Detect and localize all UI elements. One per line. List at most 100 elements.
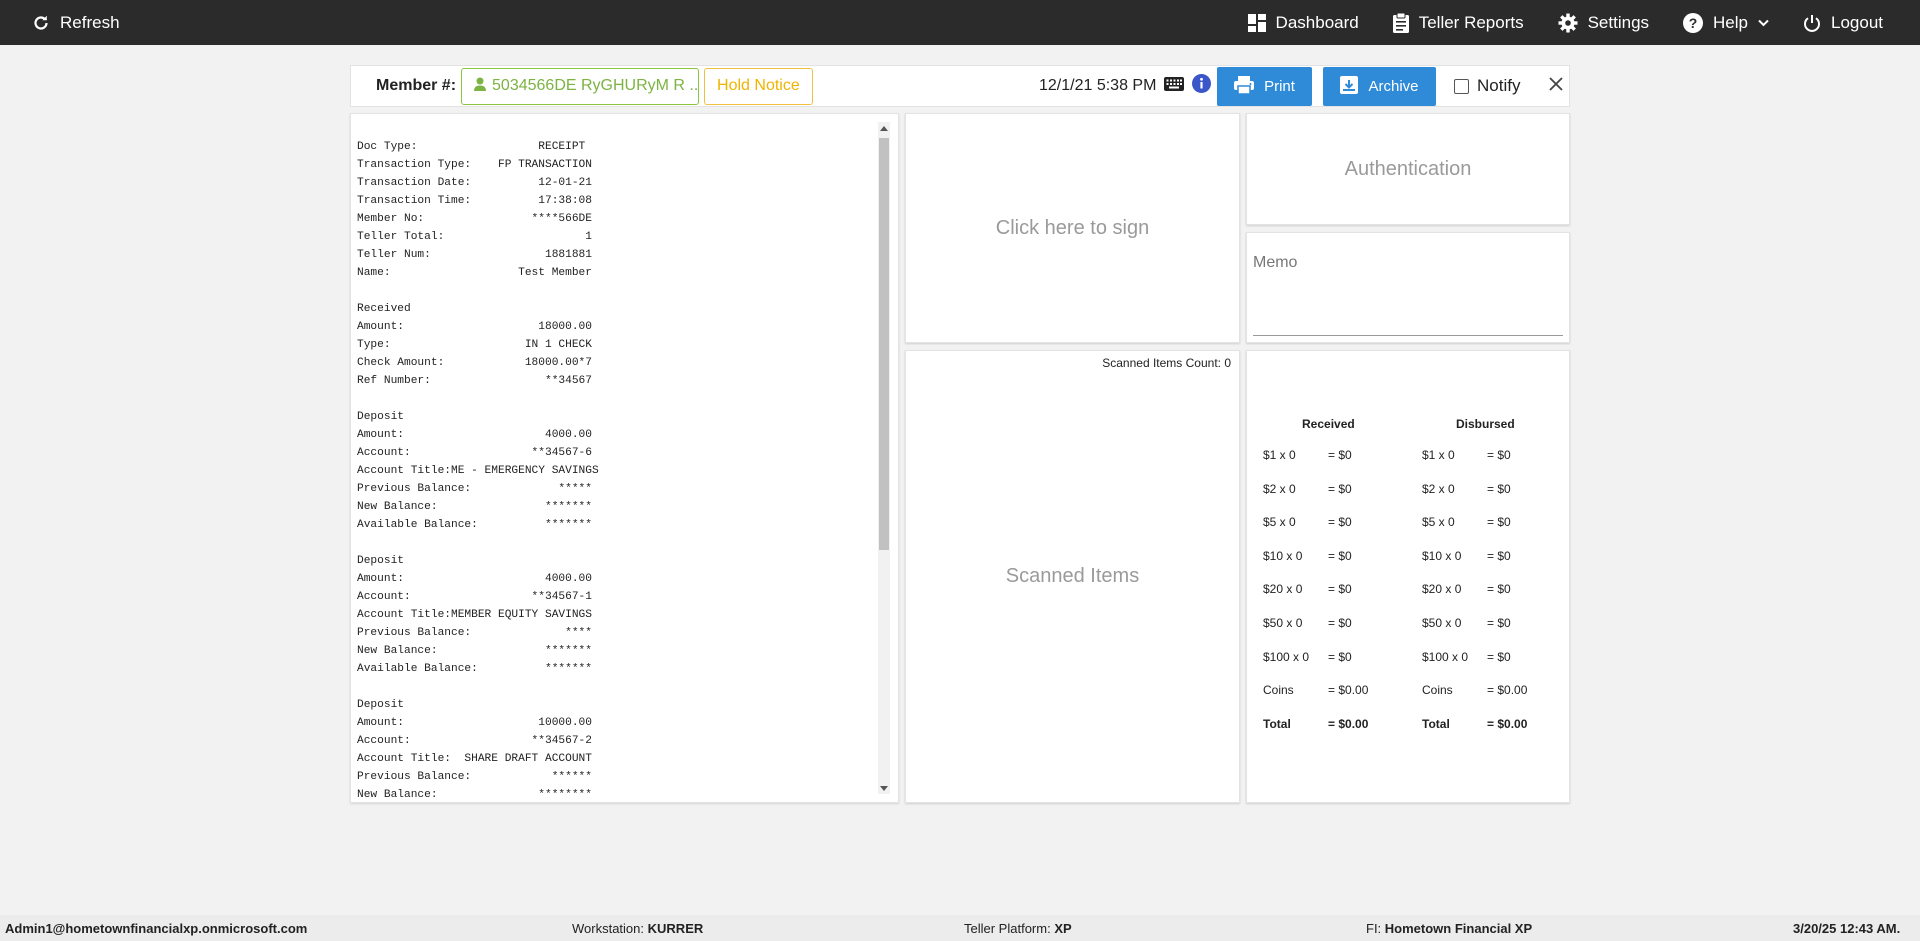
gear-icon [1558,13,1578,33]
memo-underline [1253,335,1563,336]
help-menu[interactable]: ? Help [1683,0,1769,45]
archive-button[interactable]: Archive [1323,67,1436,106]
received-amount: = $0 [1328,582,1352,596]
received-denomination: $5 x 0 [1263,515,1296,529]
teller-reports-label: Teller Reports [1418,12,1524,32]
refresh-icon [32,14,50,32]
member-button[interactable]: 5034566DE RyGHURyM R ... [461,67,700,105]
archive-label: Archive [1368,78,1419,95]
authentication-panel[interactable]: Authentication [1246,113,1570,225]
received-denomination: $10 x 0 [1263,549,1303,563]
received-denomination: $2 x 0 [1263,482,1296,496]
user-icon [474,77,487,96]
signature-prompt: Click here to sign [995,216,1150,239]
scanned-items-panel: Scanned Items Scanned Items Count: 0 [905,350,1240,803]
hold-notice-label: Hold Notice [717,77,800,94]
question-circle-icon: ? [1683,12,1704,33]
transaction-datetime-group: 12/1/21 5:38 PM [1039,66,1212,106]
scroll-down-arrow-icon[interactable] [878,782,890,794]
user-email: Admin1@hometownfinancialxp.onmicrosoft.c… [5,921,308,936]
fi-value: Hometown Financial XP [1384,921,1533,936]
info-icon[interactable] [1192,74,1212,98]
disbursed-denomination: $50 x 0 [1422,616,1462,630]
clipboard-icon [1392,12,1409,33]
logout-link[interactable]: Logout [1803,0,1883,45]
memo-field[interactable]: Memo [1253,254,1297,272]
scroll-up-arrow-icon[interactable] [878,122,890,134]
disbursed-amount: = $0 [1487,650,1511,664]
footer-datetime: 3/20/25 12:43 AM. [1793,921,1901,936]
top-nav-bar: Refresh Dashboard Teller Reports Setting… [0,0,1920,45]
received-denomination: Total [1263,717,1291,731]
scanned-items-title: Scanned Items [1005,565,1140,587]
settings-label: Settings [1587,12,1650,32]
close-button[interactable] [1548,66,1564,106]
received-header: Received [1302,417,1355,431]
received-amount: = $0 [1328,482,1352,496]
member-number-label: Member #: [376,77,457,94]
received-amount: = $0 [1328,650,1352,664]
received-denomination: Coins [1263,683,1294,697]
received-denomination: $50 x 0 [1263,616,1303,630]
receipt-scrollbar[interactable] [878,122,890,794]
received-amount: = $0 [1328,616,1352,630]
svg-text:?: ? [1689,15,1698,31]
archive-icon [1340,75,1359,98]
platform-label: Teller Platform: [964,921,1051,936]
disbursed-amount: = $0 [1487,582,1511,596]
printer-icon [1234,75,1255,98]
fi-label: FI: [1366,921,1382,936]
print-button[interactable]: Print [1217,67,1312,106]
dashboard-icon [1247,13,1266,32]
authentication-label: Authentication [1344,157,1472,180]
hold-notice-button[interactable]: Hold Notice [704,67,813,105]
refresh-label: Refresh [60,12,120,32]
received-amount: = $0 [1328,448,1352,462]
transaction-header: Member #: 5034566DE RyGHURyM R ... Hold … [350,65,1570,107]
disbursed-amount: = $0 [1487,549,1511,563]
workstation-value: KURRER [647,921,704,936]
disbursed-denomination: $2 x 0 [1422,482,1455,496]
disbursed-amount: = $0 [1487,616,1511,630]
platform-info: Teller Platform: XP [964,921,1072,936]
refresh-button[interactable]: Refresh [32,0,120,45]
status-bar: Admin1@hometownfinancialxp.onmicrosoft.c… [0,915,1920,941]
received-amount: = $0.00 [1328,683,1369,697]
workstation-label: Workstation: [572,921,645,936]
print-label: Print [1264,78,1295,95]
disbursed-denomination: $5 x 0 [1422,515,1455,529]
received-denomination: $100 x 0 [1263,650,1310,664]
disbursed-denomination: $100 x 0 [1422,650,1469,664]
transaction-datetime: 12/1/21 5:38 PM [1039,77,1157,94]
disbursed-header: Disbursed [1456,417,1515,431]
keyboard-icon[interactable] [1164,76,1185,96]
teller-reports-link[interactable]: Teller Reports [1392,0,1524,45]
disbursed-amount: = $0 [1487,515,1511,529]
disbursed-denomination: $10 x 0 [1422,549,1462,563]
disbursed-denomination: $20 x 0 [1422,582,1462,596]
chevron-down-icon [1758,19,1769,27]
receipt-text: Doc Type: RECEIPT Transaction Type: FP T… [357,141,599,801]
notify-label: Notify [1477,76,1521,95]
scanned-items-count: Scanned Items Count: 0 [1102,356,1231,370]
close-icon [1548,76,1564,97]
disbursed-denomination: Total [1422,717,1450,731]
received-denomination: $20 x 0 [1263,582,1303,596]
logout-label: Logout [1831,12,1883,32]
receipt-panel[interactable]: Doc Type: RECEIPT Transaction Type: FP T… [350,113,899,803]
dashboard-link[interactable]: Dashboard [1247,0,1359,45]
memo-panel: Memo [1246,232,1570,343]
scroll-thumb[interactable] [879,138,889,550]
platform-value: XP [1054,921,1072,936]
settings-link[interactable]: Settings [1558,0,1649,45]
received-denomination: $1 x 0 [1263,448,1296,462]
disbursed-denomination: $1 x 0 [1422,448,1455,462]
fi-info: FI: Hometown Financial XP [1366,921,1532,936]
notify-checkbox[interactable] [1454,78,1469,94]
notify-toggle[interactable]: Notify [1454,66,1520,106]
signature-area[interactable]: Click here to sign [905,113,1240,343]
received-amount: = $0 [1328,515,1352,529]
workstation-info: Workstation: KURRER [572,921,703,936]
help-label: Help [1713,12,1748,32]
disbursed-amount: = $0 [1487,448,1511,462]
